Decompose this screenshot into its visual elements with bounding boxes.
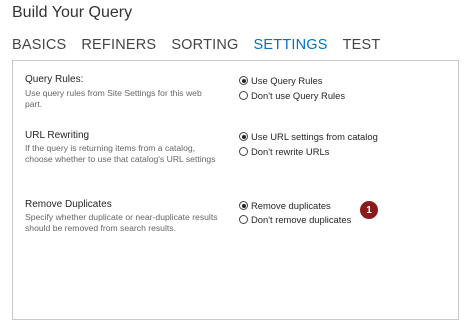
tab-settings[interactable]: SETTINGS xyxy=(254,37,328,53)
dont-use-query-rules-option[interactable]: Don't use Query Rules xyxy=(239,90,345,101)
dont-rewrite-urls-option[interactable]: Don't rewrite URLs xyxy=(239,146,329,157)
tab-bar: BASICS REFINERS SORTING SETTINGS TEST xyxy=(12,37,395,53)
query-rules-label: Query Rules: xyxy=(25,74,84,85)
url-rewriting-label: URL Rewriting xyxy=(25,130,90,141)
option-label: Use URL settings from catalog xyxy=(251,131,378,142)
option-label: Use Query Rules xyxy=(251,75,323,86)
tab-sorting[interactable]: SORTING xyxy=(171,37,238,53)
use-query-rules-option[interactable]: Use Query Rules xyxy=(239,75,322,86)
option-label: Remove duplicates xyxy=(251,200,331,211)
tab-basics[interactable]: BASICS xyxy=(12,37,66,53)
settings-panel: Query Rules: Use query rules from Site S… xyxy=(12,60,459,320)
radio-selected-icon[interactable] xyxy=(239,201,248,210)
page-title: Build Your Query xyxy=(12,4,133,21)
radio-selected-icon[interactable] xyxy=(239,132,248,141)
radio-selected-icon[interactable] xyxy=(239,76,248,85)
radio-unselected-icon[interactable] xyxy=(239,91,248,100)
option-label: Don't remove duplicates xyxy=(251,214,352,225)
remove-duplicates-label: Remove Duplicates xyxy=(25,199,112,210)
use-url-settings-option[interactable]: Use URL settings from catalog xyxy=(239,131,378,142)
tab-refiners[interactable]: REFINERS xyxy=(81,37,156,53)
dont-remove-duplicates-option[interactable]: Don't remove duplicates xyxy=(239,214,351,225)
radio-unselected-icon[interactable] xyxy=(239,147,248,156)
tab-test[interactable]: TEST xyxy=(343,37,381,53)
remove-duplicates-option[interactable]: Remove duplicates xyxy=(239,200,331,211)
url-rewriting-description: If the query is returning items from a c… xyxy=(25,143,216,164)
option-label: Don't rewrite URLs xyxy=(251,146,330,157)
callout-number-badge: 1 xyxy=(360,201,378,219)
option-label: Don't use Query Rules xyxy=(251,90,346,101)
remove-duplicates-description: Specify whether duplicate or near-duplic… xyxy=(25,212,218,233)
radio-unselected-icon[interactable] xyxy=(239,215,248,224)
query-rules-description: Use query rules from Site Settings for t… xyxy=(25,88,202,109)
